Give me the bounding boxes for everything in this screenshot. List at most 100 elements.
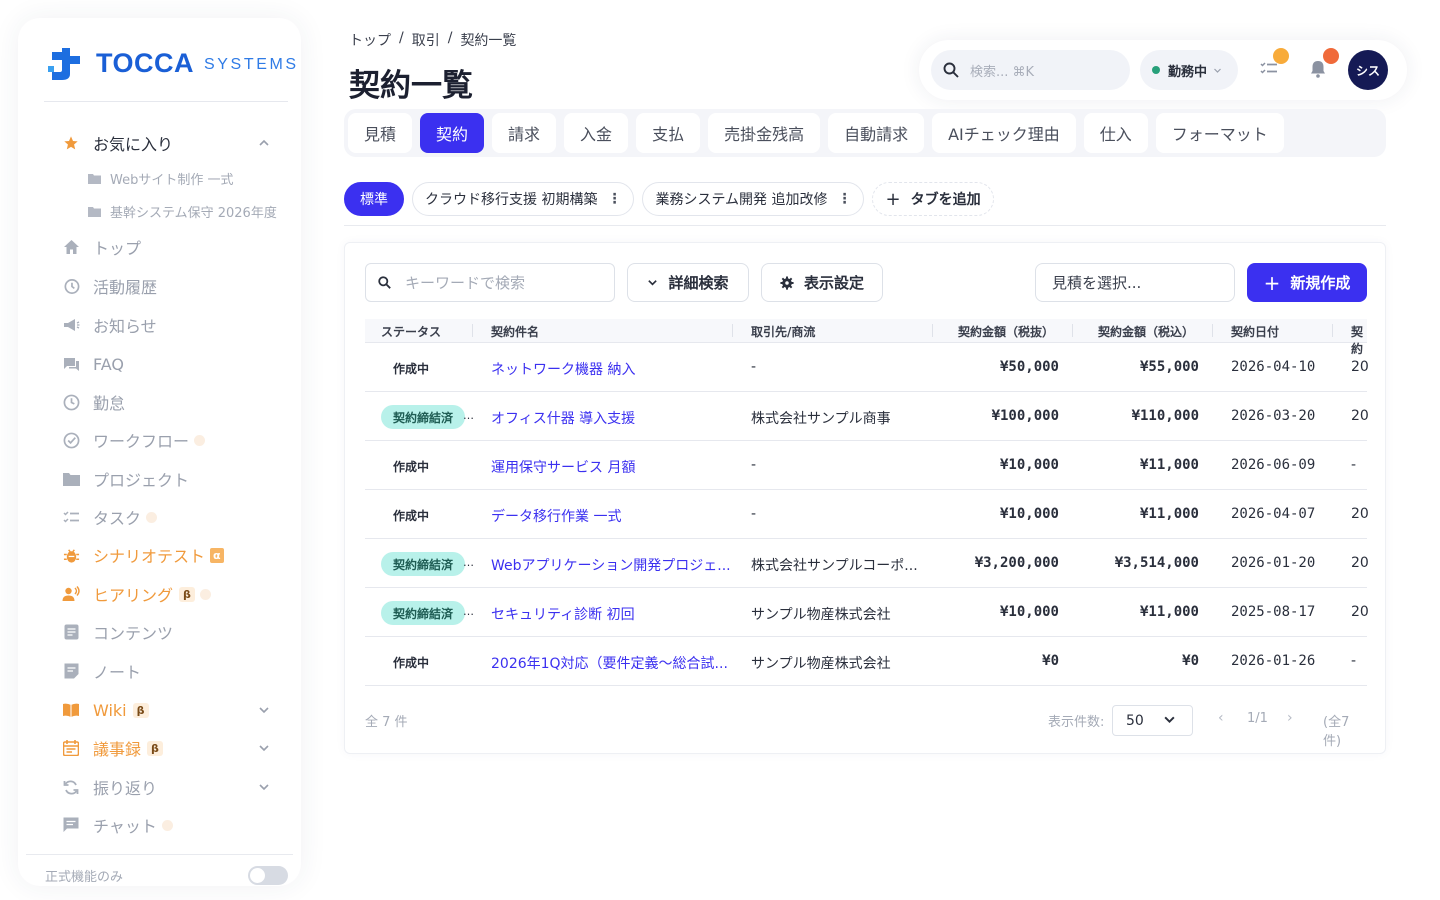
add-tab-button[interactable]: + タブを追加 bbox=[872, 182, 994, 216]
table-row[interactable]: 作成中 2026年1Q対応（要件定義～総合試... サンプル物産株式会社 ¥0 … bbox=[365, 637, 1367, 686]
chevron-up-icon[interactable] bbox=[258, 134, 270, 153]
sidebar-item-project[interactable]: プロジェクト bbox=[62, 466, 282, 492]
sidebar-item-chat[interactable]: チャット bbox=[62, 812, 282, 838]
contract-name-link[interactable]: データ移行作業 一式 bbox=[491, 506, 621, 526]
sidebar-item-workflow[interactable]: ワークフロー bbox=[62, 427, 282, 453]
tab-auto-invoice[interactable]: 自動請求 bbox=[828, 113, 925, 153]
breadcrumb-separator: / bbox=[447, 30, 453, 46]
breadcrumb-top[interactable]: トップ bbox=[349, 30, 391, 50]
bell-notification-dot bbox=[1323, 48, 1339, 64]
table-row[interactable]: 作成中 データ移行作業 一式 - ¥10,000 ¥11,000 2026-04… bbox=[365, 490, 1369, 539]
tab-purchase[interactable]: 仕入 bbox=[1083, 113, 1148, 153]
avatar[interactable]: シス bbox=[1348, 50, 1388, 90]
global-search-placeholder: 検索... ⌘K bbox=[970, 64, 1035, 80]
col-amount-inc[interactable]: 契約金額（税込） bbox=[1098, 323, 1194, 340]
favorite-item[interactable]: 基幹システム保守 2026年度 bbox=[88, 200, 277, 222]
sidebar-item-retrospective[interactable]: 振り返り bbox=[62, 774, 282, 800]
tab-ai-check[interactable]: AIチェック理由 bbox=[932, 113, 1076, 153]
contract-name-link[interactable]: セキュリティ診断 初回 bbox=[491, 604, 635, 624]
table-row[interactable]: 契約締結済 … Webアプリケーション開発プロジェ... 株式会社サンプルコーポ… bbox=[365, 539, 1369, 588]
beta-badge: β bbox=[147, 740, 163, 756]
amount-ex-cell: ¥50,000 bbox=[999, 359, 1059, 375]
logo[interactable]: TOCCA SYSTEMS bbox=[48, 44, 299, 82]
table-row[interactable]: 作成中 運用保守サービス 月額 - ¥10,000 ¥11,000 2026-0… bbox=[365, 441, 1367, 490]
sidebar-item-wiki[interactable]: Wiki β bbox=[62, 697, 282, 723]
tab-payment[interactable]: 支払 bbox=[636, 113, 701, 153]
beta-badge: β bbox=[179, 586, 195, 602]
new-dot bbox=[146, 511, 158, 523]
date-cell: 2026-04-07 bbox=[1231, 506, 1316, 522]
next-page-icon[interactable]: › bbox=[1287, 710, 1293, 726]
amount-ex-cell: ¥10,000 bbox=[999, 457, 1059, 473]
tab-receivable[interactable]: 売掛金残高 bbox=[708, 113, 821, 153]
col-amount-ex[interactable]: 契約金額（税抜） bbox=[958, 323, 1054, 340]
keyword-search-input[interactable]: キーワードで検索 bbox=[365, 263, 615, 302]
folder-icon bbox=[88, 173, 101, 184]
sidebar-item-label: 振り返り bbox=[93, 779, 158, 798]
chevron-down-icon bbox=[647, 277, 658, 288]
col-separator bbox=[932, 324, 933, 337]
col-status[interactable]: ステータス bbox=[381, 323, 441, 340]
bell-icon[interactable] bbox=[1310, 60, 1326, 78]
view-tab-standard[interactable]: 標準 bbox=[344, 182, 404, 216]
create-button[interactable]: + 新規作成 bbox=[1247, 263, 1367, 302]
tab-payment-received[interactable]: 入金 bbox=[564, 113, 629, 153]
tab-format[interactable]: フォーマット bbox=[1155, 113, 1284, 153]
contract-name-link[interactable]: オフィス什器 導入支援 bbox=[491, 408, 635, 428]
amount-ex-cell: ¥3,200,000 bbox=[974, 555, 1059, 571]
kebab-icon[interactable]: ⋮ bbox=[837, 191, 851, 207]
tab-contract[interactable]: 契約 bbox=[420, 113, 485, 153]
estimate-select[interactable]: 見積を選択... bbox=[1035, 263, 1235, 302]
estimate-select-label: 見積を選択... bbox=[1052, 274, 1142, 292]
sidebar-item-minutes[interactable]: 議事録 β bbox=[62, 735, 282, 761]
table-row[interactable]: 契約締結済 … オフィス什器 導入支援 株式会社サンプル商事 ¥100,000 … bbox=[365, 392, 1369, 441]
col-client[interactable]: 取引先/商流 bbox=[751, 323, 815, 340]
col-name[interactable]: 契約件名 bbox=[491, 323, 539, 340]
official-only-toggle[interactable] bbox=[248, 866, 288, 885]
chevron-down-icon[interactable] bbox=[258, 739, 270, 758]
global-search[interactable]: 検索... ⌘K bbox=[931, 50, 1130, 90]
advanced-search-button[interactable]: 詳細検索 bbox=[627, 263, 749, 302]
sidebar-item-history[interactable]: 活動履歴 bbox=[62, 273, 282, 299]
display-settings-button[interactable]: 表示設定 bbox=[761, 263, 883, 302]
sidebar-item-note[interactable]: ノート bbox=[62, 658, 282, 684]
chevron-down-icon[interactable] bbox=[258, 778, 270, 797]
tab-estimate[interactable]: 見積 bbox=[348, 113, 413, 153]
contract-name-link[interactable]: 運用保守サービス 月額 bbox=[491, 457, 635, 477]
home-icon bbox=[62, 238, 80, 256]
contract-name-link[interactable]: 2026年1Q対応（要件定義～総合試... bbox=[491, 653, 728, 673]
tasks-icon[interactable] bbox=[1260, 60, 1278, 78]
amount-inc-cell: ¥11,000 bbox=[1139, 506, 1199, 522]
sidebar-item-label: Wiki bbox=[93, 700, 127, 720]
sidebar-item-news[interactable]: お知らせ bbox=[62, 312, 282, 338]
sidebar-item-top[interactable]: トップ bbox=[62, 234, 282, 260]
sidebar-item-label: タスク bbox=[93, 509, 142, 528]
table-row[interactable]: 作成中 ネットワーク機器 納入 - ¥50,000 ¥55,000 2026-0… bbox=[365, 343, 1369, 392]
view-tab-saved[interactable]: 業務システム開発 追加改修 ⋮ bbox=[642, 182, 865, 216]
contract-name-link[interactable]: ネットワーク機器 納入 bbox=[491, 359, 635, 379]
sidebar-item-hearing[interactable]: ヒアリング β bbox=[62, 581, 282, 607]
favorite-item[interactable]: Webサイト制作 一式 bbox=[88, 167, 233, 189]
extra-cell: 20 bbox=[1351, 604, 1369, 620]
breadcrumb-deals[interactable]: 取引 bbox=[412, 30, 440, 50]
date-cell: 2025-08-17 bbox=[1231, 604, 1316, 620]
tab-invoice[interactable]: 請求 bbox=[492, 113, 557, 153]
contract-name-link[interactable]: Webアプリケーション開発プロジェ... bbox=[491, 555, 731, 575]
sidebar-item-faq[interactable]: FAQ bbox=[62, 351, 282, 377]
page-title: 契約一覧 bbox=[349, 68, 473, 104]
sidebar-item-task[interactable]: タスク bbox=[62, 504, 282, 530]
prev-page-icon[interactable]: ‹ bbox=[1218, 710, 1224, 726]
col-date[interactable]: 契約日付 bbox=[1231, 323, 1279, 340]
chevron-down-icon[interactable] bbox=[258, 701, 270, 720]
sidebar-item-attendance[interactable]: 勤怠 bbox=[62, 389, 282, 415]
breadcrumb-current: 契約一覧 bbox=[460, 33, 517, 49]
work-status-select[interactable]: 勤務中 bbox=[1140, 50, 1238, 90]
sidebar-item-scenario-test[interactable]: シナリオテスト α bbox=[62, 542, 282, 568]
kebab-icon[interactable]: ⋮ bbox=[607, 191, 621, 207]
per-page-select[interactable]: 50 bbox=[1112, 705, 1193, 736]
view-tab-saved[interactable]: クラウド移行支援 初期構築 ⋮ bbox=[412, 182, 635, 216]
table-row[interactable]: 契約締結済 … セキュリティ診断 初回 サンプル物産株式会社 ¥10,000 ¥… bbox=[365, 588, 1369, 637]
sidebar-favorites[interactable]: お気に入り bbox=[62, 130, 282, 156]
contract-table: ステータス 契約件名 取引先/商流 契約金額（税抜） 契約金額（税込） 契約日付… bbox=[365, 319, 1369, 686]
sidebar-item-contents[interactable]: コンテンツ bbox=[62, 619, 282, 645]
